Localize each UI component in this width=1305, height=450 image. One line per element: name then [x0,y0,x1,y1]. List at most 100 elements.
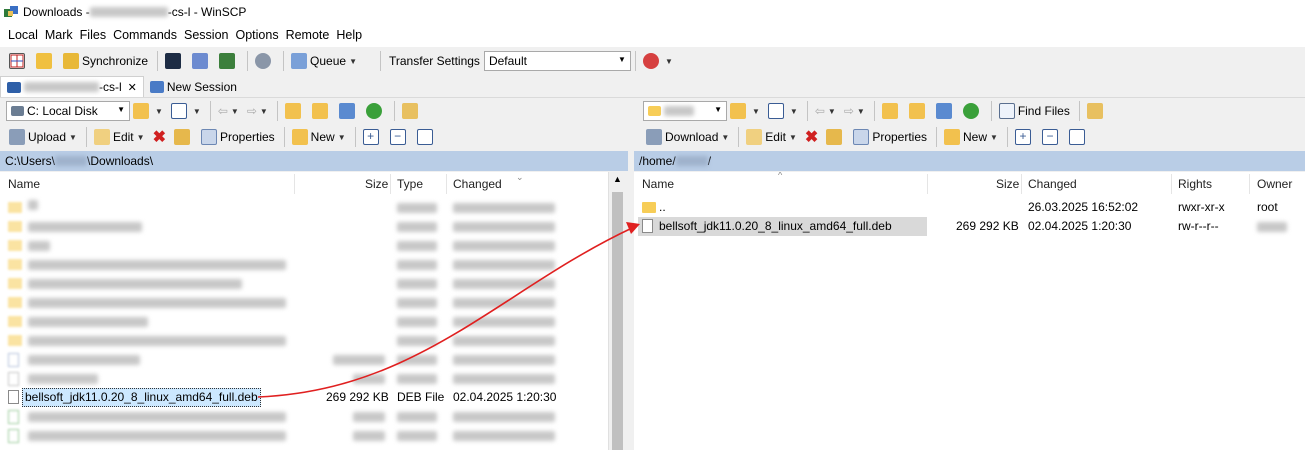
local-root-dir-button[interactable] [309,100,334,122]
remote-unselect-button[interactable]: − [1039,126,1064,148]
local-delete-button[interactable]: ✖ [150,126,169,148]
menu-options[interactable]: Options [235,28,278,42]
list-item[interactable] [0,217,608,236]
column-header-rights[interactable]: Rights [1178,177,1212,191]
preferences-button[interactable] [252,50,277,72]
column-header-type[interactable]: Type [397,177,423,191]
console-button[interactable] [162,50,187,72]
remote-refresh-button[interactable] [960,100,985,122]
column-header-name[interactable]: Name [8,177,40,191]
local-path-bar[interactable]: C:\Users\ \Downloads\ [0,151,628,171]
upload-button[interactable]: Upload ▼ [6,126,80,148]
local-file-name[interactable]: bellsoft_jdk11.0.20_8_linux_amd64_full.d… [22,388,261,407]
remote-new-button[interactable]: New ▼ [941,126,1001,148]
remote-properties-button[interactable]: Properties [850,126,930,148]
local-select-all-button[interactable]: + [360,126,385,148]
list-item[interactable] [0,369,608,388]
find-files-button[interactable]: Find Files [996,100,1073,122]
local-drive-select[interactable]: C: Local Disk ▼ [6,101,130,121]
list-item[interactable] [0,331,608,350]
list-item[interactable] [0,236,608,255]
scroll-up-icon[interactable]: ▲ [613,174,622,184]
remote-forward-button[interactable]: ⇨ ▼ [841,100,868,122]
remote-delete-button[interactable]: ✖ [802,126,821,148]
local-rename-button[interactable] [171,126,196,148]
synchronize-button[interactable]: Synchronize [60,50,151,72]
menu-session[interactable]: Session [184,28,228,42]
column-divider[interactable] [294,174,295,194]
local-file-list[interactable]: Name Size Type Changed ⌄ bellsoft_jdk11.… [0,172,608,450]
menu-mark[interactable]: Mark [45,28,73,42]
local-forward-button[interactable]: ⇨ ▼ [244,100,271,122]
queue-button[interactable]: Queue ▼ [288,50,360,72]
remote-back-button[interactable]: ⇦ ▼ [812,100,839,122]
remote-path-bar[interactable]: /home/ / [634,151,1305,171]
column-header-size[interactable]: Size [996,177,1019,191]
list-item[interactable] [0,198,608,217]
close-icon[interactable]: ✕ [128,81,137,94]
column-divider[interactable] [1021,174,1022,194]
column-header-size[interactable]: Size [365,177,388,191]
remote-filter-select-button[interactable] [1066,126,1091,148]
column-header-owner[interactable]: Owner [1257,177,1292,191]
column-header-changed[interactable]: Changed [1028,177,1077,191]
remote-edit-button[interactable]: Edit ▼ [743,126,800,148]
column-header-name[interactable]: Name [642,177,674,191]
local-properties-button[interactable]: Properties [198,126,278,148]
menu-remote[interactable]: Remote [286,28,330,42]
remote-root-dir-button[interactable] [906,100,931,122]
remote-file-list[interactable]: Name ^ Size Changed Rights Owner .. 26.0… [634,172,1305,450]
list-item[interactable] [0,274,608,293]
list-item[interactable] [0,293,608,312]
column-divider[interactable] [446,174,447,194]
download-button[interactable]: Download ▼ [643,126,732,148]
compare-button[interactable] [6,50,31,72]
local-parent-dir-button[interactable] [282,100,307,122]
menu-help[interactable]: Help [336,28,362,42]
sync-browse-button[interactable] [33,50,58,72]
local-home-button[interactable] [336,100,361,122]
column-divider[interactable] [1171,174,1172,194]
list-item[interactable] [0,255,608,274]
column-divider[interactable] [1249,174,1250,194]
remote-parent-dir-button[interactable] [879,100,904,122]
remote-file-row[interactable]: bellsoft_jdk11.0.20_8_linux_amd64_full.d… [634,217,1305,236]
remote-filter-button[interactable]: ▼ [765,100,801,122]
connection-button[interactable]: ▼ [640,50,676,72]
remote-open-folder-button[interactable]: ▼ [727,100,763,122]
open-session-button[interactable] [216,50,241,72]
tab-session[interactable]: -cs-l ✕ [0,76,144,97]
transfer-settings-select[interactable]: Default ▼ [483,51,631,71]
column-header-changed[interactable]: Changed [453,177,502,191]
remote-folder-select[interactable]: ▼ [643,101,727,121]
list-item[interactable] [0,426,608,445]
local-unselect-button[interactable]: − [387,126,412,148]
local-edit-button[interactable]: Edit ▼ [91,126,148,148]
list-item[interactable] [0,312,608,331]
putty-button[interactable] [189,50,214,72]
local-selected-file-row[interactable]: bellsoft_jdk11.0.20_8_linux_amd64_full.d… [0,388,608,407]
remote-select-all-button[interactable]: + [1012,126,1037,148]
remote-tree-button[interactable] [1084,100,1109,122]
column-divider[interactable] [927,174,928,194]
local-filter-select-button[interactable] [414,126,439,148]
local-back-button[interactable]: ⇦ ▼ [215,100,242,122]
scrollbar-thumb[interactable] [612,192,623,450]
local-open-folder-button[interactable]: ▼ [130,100,166,122]
list-item[interactable] [0,407,608,426]
list-item[interactable] [0,350,608,369]
remote-file-name[interactable]: bellsoft_jdk11.0.20_8_linux_amd64_full.d… [659,219,892,233]
remote-home-button[interactable] [933,100,958,122]
local-filter-button[interactable]: ▼ [168,100,204,122]
menu-files[interactable]: Files [80,28,106,42]
local-tree-button[interactable] [399,100,424,122]
local-refresh-button[interactable] [363,100,388,122]
column-divider[interactable] [390,174,391,194]
remote-parent-row[interactable]: .. 26.03.2025 16:52:02 rwxr-xr-x root [634,198,1305,217]
local-new-button[interactable]: New ▼ [289,126,349,148]
remote-rename-button[interactable] [823,126,848,148]
menu-commands[interactable]: Commands [113,28,177,42]
local-scrollbar[interactable]: ▲ [608,172,625,450]
tab-new-session[interactable]: New Session [144,76,243,97]
menu-local[interactable]: Local [8,28,38,42]
